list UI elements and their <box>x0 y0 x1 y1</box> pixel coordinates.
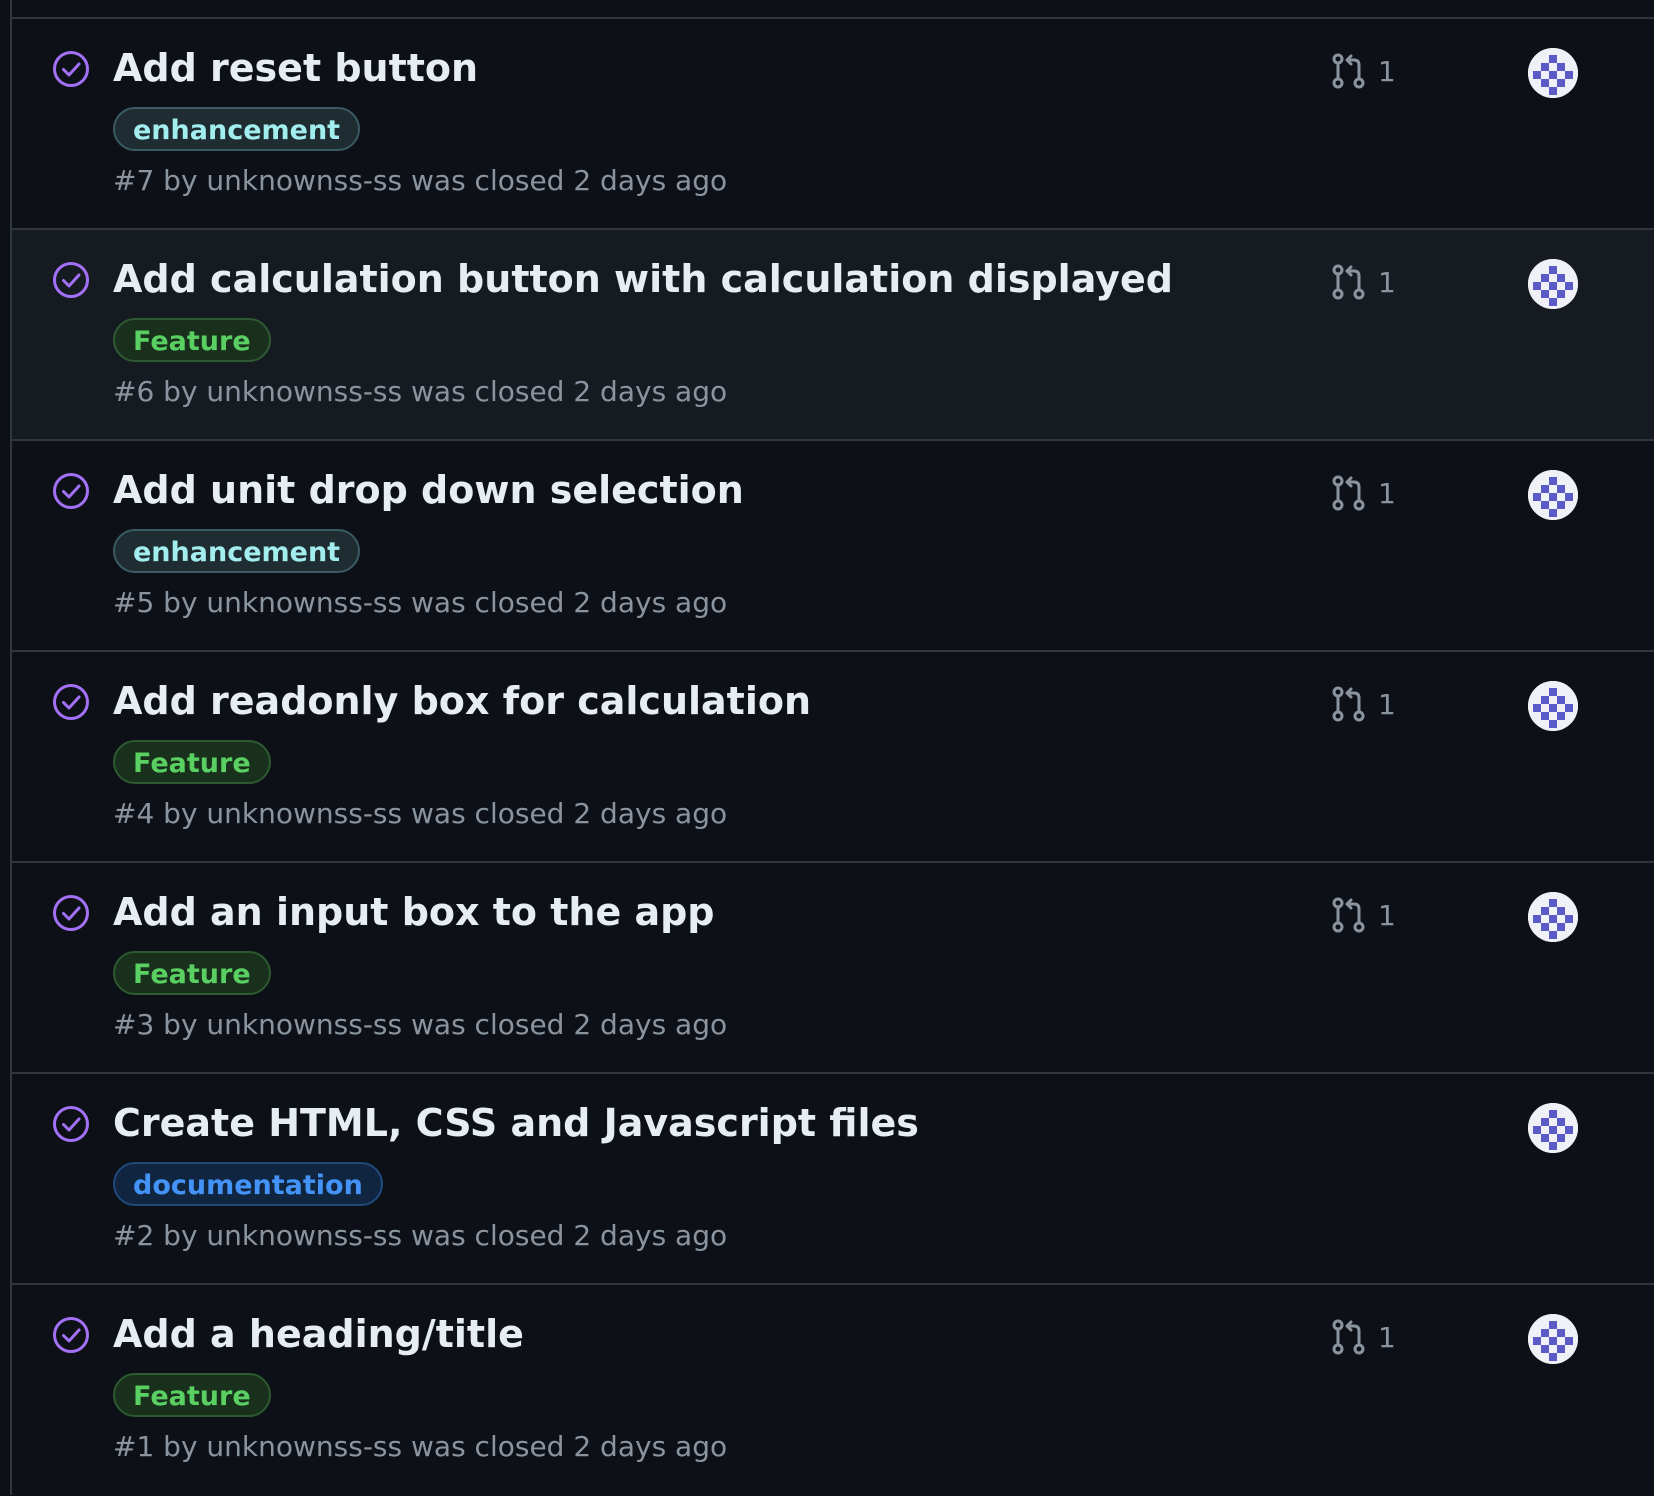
issue-meta: #5 by unknownss-ss was closed 2 days ago <box>113 586 728 619</box>
linked-pr-count[interactable]: 1 <box>1330 262 1396 302</box>
closed-completed-icon <box>53 1317 89 1353</box>
identicon-avatar <box>1528 470 1578 520</box>
issue-meta: #6 by unknownss-ss was closed 2 days ago <box>113 375 728 408</box>
label-badge[interactable]: enhancement <box>113 529 361 573</box>
issue-title[interactable]: Create HTML, CSS and Javascript files <box>113 1101 919 1147</box>
issue-row[interactable]: Add readonly box for calculation Feature… <box>12 652 1654 863</box>
linked-pr-number: 1 <box>1378 687 1396 721</box>
git-pull-request-icon <box>1332 897 1365 933</box>
issue-row[interactable]: Add a heading/title Feature #1 by unknow… <box>12 1285 1654 1496</box>
issue-row[interactable]: Create HTML, CSS and Javascript files do… <box>12 1074 1654 1285</box>
linked-pr-number: 1 <box>1378 1320 1396 1354</box>
closed-completed-icon <box>53 473 89 509</box>
linked-pr-count[interactable]: 1 <box>1330 684 1396 724</box>
issue-title[interactable]: Add unit drop down selection <box>113 468 744 514</box>
identicon-avatar <box>1528 892 1578 942</box>
avatar[interactable] <box>1528 681 1578 731</box>
closed-completed-icon <box>53 684 89 720</box>
linked-pr-count[interactable]: 1 <box>1330 473 1396 513</box>
issue-meta: #7 by unknownss-ss was closed 2 days ago <box>113 164 728 197</box>
issue-title[interactable]: Add a heading/title <box>113 1312 524 1358</box>
issue-title[interactable]: Add readonly box for calculation <box>113 679 811 725</box>
issue-title[interactable]: Add calculation button with calculation … <box>113 257 1173 303</box>
identicon-avatar <box>1528 48 1578 98</box>
issue-row[interactable]: Add unit drop down selection enhancement… <box>12 441 1654 652</box>
issue-row[interactable]: Add calculation button with calculation … <box>12 230 1654 441</box>
avatar[interactable] <box>1528 892 1578 942</box>
avatar[interactable] <box>1528 48 1578 98</box>
linked-pr-number: 1 <box>1378 265 1396 299</box>
identicon-avatar <box>1528 681 1578 731</box>
issue-meta: #4 by unknownss-ss was closed 2 days ago <box>113 797 728 830</box>
git-pull-request-icon <box>1332 1319 1365 1355</box>
linked-pr-count[interactable]: 1 <box>1330 895 1396 935</box>
identicon-avatar <box>1528 1314 1578 1364</box>
avatar[interactable] <box>1528 259 1578 309</box>
avatar[interactable] <box>1528 1314 1578 1364</box>
issue-list: Add reset button enhancement #7 by unkno… <box>10 0 1654 1495</box>
label-badge[interactable]: Feature <box>113 951 271 995</box>
identicon-avatar <box>1528 1103 1578 1153</box>
issue-meta: #2 by unknownss-ss was closed 2 days ago <box>113 1219 728 1252</box>
list-header-edge <box>12 0 1654 19</box>
issue-meta: #3 by unknownss-ss was closed 2 days ago <box>113 1008 728 1041</box>
git-pull-request-icon <box>1332 686 1365 722</box>
closed-completed-icon <box>53 262 89 298</box>
linked-pr-count[interactable]: 1 <box>1330 1317 1396 1357</box>
linked-pr-number: 1 <box>1378 476 1396 510</box>
git-pull-request-icon <box>1332 475 1365 511</box>
linked-pr-number: 1 <box>1378 898 1396 932</box>
git-pull-request-icon <box>1332 53 1365 89</box>
git-pull-request-icon <box>1332 264 1365 300</box>
avatar[interactable] <box>1528 470 1578 520</box>
issue-row[interactable]: Add reset button enhancement #7 by unkno… <box>12 19 1654 230</box>
label-badge[interactable]: Feature <box>113 1373 271 1417</box>
issue-title[interactable]: Add an input box to the app <box>113 890 715 936</box>
linked-pr-count[interactable]: 1 <box>1330 51 1396 91</box>
issue-meta: #1 by unknownss-ss was closed 2 days ago <box>113 1430 728 1463</box>
label-badge[interactable]: enhancement <box>113 107 361 151</box>
label-badge[interactable]: Feature <box>113 318 271 362</box>
linked-pr-number: 1 <box>1378 54 1396 88</box>
closed-completed-icon <box>53 51 89 87</box>
issue-title[interactable]: Add reset button <box>113 46 478 92</box>
closed-completed-icon <box>53 895 89 931</box>
closed-completed-icon <box>53 1106 89 1142</box>
issue-row[interactable]: Add an input box to the app Feature #3 b… <box>12 863 1654 1074</box>
label-badge[interactable]: documentation <box>113 1162 383 1206</box>
avatar[interactable] <box>1528 1103 1578 1153</box>
identicon-avatar <box>1528 259 1578 309</box>
label-badge[interactable]: Feature <box>113 740 271 784</box>
